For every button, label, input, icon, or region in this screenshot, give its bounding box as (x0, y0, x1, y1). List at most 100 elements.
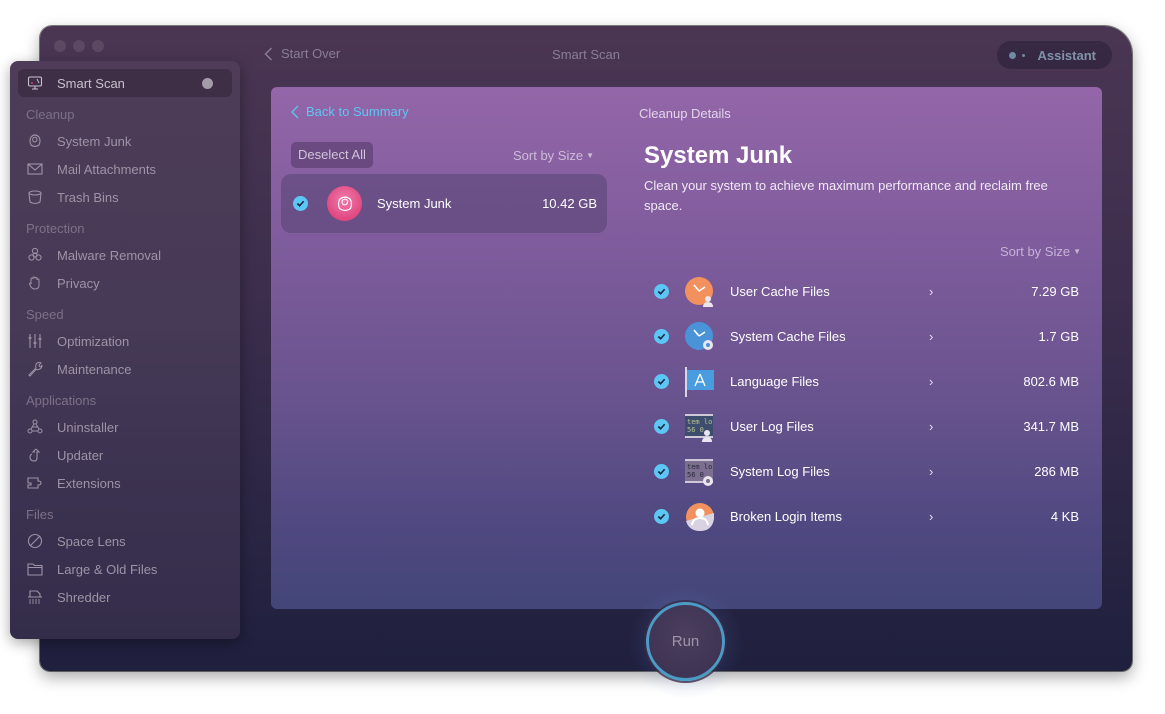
checkmark-icon (657, 288, 666, 295)
back-to-summary-label: Back to Summary (306, 104, 409, 119)
list-item-system-cache-files[interactable]: System Cache Files › 1.7 GB (654, 314, 1079, 359)
category-row-system-junk[interactable]: System Junk 10.42 GB (281, 174, 607, 233)
list-item-language-files[interactable]: Language Files › 802.6 MB (654, 359, 1079, 404)
sidebar-item-optimization[interactable]: Optimization (10, 327, 240, 355)
sidebar-section-applications: Applications (26, 393, 97, 408)
trash-icon (27, 189, 43, 205)
sidebar-item-extensions[interactable]: Extensions (10, 469, 240, 497)
details-description: Clean your system to achieve maximum per… (644, 178, 1048, 213)
sidebar-section-speed: Speed (26, 307, 64, 322)
svg-text:56 0: 56 0 (687, 426, 704, 434)
sidebar-item-smart-scan[interactable]: Smart Scan (18, 69, 232, 97)
chevron-right-icon[interactable]: › (929, 374, 937, 389)
checkmark-icon (657, 513, 666, 520)
biohazard-icon (27, 247, 43, 263)
run-button[interactable]: Run (646, 602, 725, 681)
sidebar-item-updater[interactable]: Updater (10, 441, 240, 469)
sidebar-item-label: Updater (57, 447, 104, 463)
sidebar-item-label: Privacy (57, 275, 100, 291)
list-item-broken-login-items[interactable]: Broken Login Items › 4 KB (654, 494, 1079, 539)
sidebar-section-files: Files (26, 507, 54, 522)
sidebar-item-maintenance[interactable]: Maintenance (10, 355, 240, 383)
system-log-icon: tem lo 56 0 (684, 456, 716, 488)
chevron-right-icon[interactable]: › (929, 464, 937, 479)
checkbox-checked[interactable] (293, 196, 308, 211)
item-name: Broken Login Items (730, 509, 843, 524)
status-dot (202, 77, 213, 89)
checkbox-checked[interactable] (654, 464, 669, 479)
shredder-icon (27, 589, 43, 605)
checkmark-icon (657, 423, 666, 430)
list-item-user-log-files[interactable]: tem lo 56 0 User Log Files › 341.7 MB (654, 404, 1079, 449)
sidebar-item-label: Maintenance (57, 361, 132, 377)
sidebar: Smart Scan Cleanup System Junk Mail Atta… (10, 61, 240, 639)
sidebar-item-space-lens[interactable]: Space Lens (10, 527, 240, 555)
window-title: Smart Scan (552, 47, 620, 62)
item-name: System Cache Files (730, 329, 846, 344)
assistant-dot-icon (1009, 51, 1017, 59)
sort-label: Sort by Size (513, 148, 584, 163)
back-to-summary-link[interactable]: Back to Summary (291, 104, 409, 119)
assistant-small-dot-icon (1022, 53, 1026, 57)
svg-text:tem lo: tem lo (687, 463, 712, 471)
sort-by-size-dropdown-left[interactable]: Sort by Size ▼ (513, 148, 594, 163)
sidebar-item-mail-attachments[interactable]: Mail Attachments (10, 155, 240, 183)
sidebar-item-label: System Junk (57, 133, 132, 149)
system-junk-icon (327, 186, 362, 221)
sort-by-size-dropdown-right[interactable]: Sort by Size ▼ (1000, 244, 1081, 259)
chevron-right-icon[interactable]: › (929, 509, 937, 524)
caret-down-icon: ▼ (1073, 247, 1082, 256)
broken-login-icon (684, 501, 716, 533)
assistant-label: Assistant (1037, 47, 1096, 63)
hand-icon (27, 275, 43, 291)
chevron-right-icon[interactable]: › (929, 419, 937, 434)
checkmark-icon (657, 378, 666, 385)
item-size: 802.6 MB (1023, 374, 1079, 389)
svg-text:tem lo: tem lo (687, 418, 712, 426)
item-size: 7.29 GB (1031, 284, 1079, 299)
caret-down-icon: ▼ (586, 151, 595, 160)
monitor-icon (27, 75, 43, 91)
sidebar-item-shredder[interactable]: Shredder (10, 583, 240, 611)
category-size: 10.42 GB (542, 196, 597, 211)
sidebar-item-privacy[interactable]: Privacy (10, 269, 240, 297)
checkmark-icon (657, 468, 666, 475)
chevron-right-icon[interactable]: › (929, 329, 937, 344)
item-name: Language Files (730, 374, 819, 389)
run-label: Run (671, 633, 700, 650)
list-item-user-cache-files[interactable]: User Cache Files › 7.29 GB (654, 269, 1079, 314)
cleanup-details-panel: Back to Summary Deselect All Sort by Siz… (271, 87, 1102, 609)
user-log-icon: tem lo 56 0 (684, 411, 716, 443)
sidebar-item-label: Trash Bins (57, 189, 119, 205)
user-cache-icon (684, 276, 716, 308)
deselect-all-button[interactable]: Deselect All (291, 142, 373, 168)
assistant-button[interactable]: Assistant (997, 41, 1112, 69)
item-name: User Log Files (730, 419, 814, 434)
folder-icon (27, 561, 43, 577)
sidebar-item-system-junk[interactable]: System Junk (10, 127, 240, 155)
sliders-icon (27, 333, 43, 349)
sidebar-item-trash-bins[interactable]: Trash Bins (10, 183, 240, 211)
svg-text:56 0: 56 0 (687, 471, 704, 479)
checkbox-checked[interactable] (654, 419, 669, 434)
checkbox-checked[interactable] (654, 509, 669, 524)
item-name: User Cache Files (730, 284, 830, 299)
checkbox-checked[interactable] (654, 284, 669, 299)
sidebar-item-label: Malware Removal (57, 247, 162, 263)
language-files-icon (684, 366, 716, 398)
system-cache-icon (684, 321, 716, 353)
checkbox-checked[interactable] (654, 374, 669, 389)
list-item-system-log-files[interactable]: tem lo 56 0 System Log Files › 286 MB (654, 449, 1079, 494)
sidebar-item-label: Large & Old Files (57, 561, 158, 577)
checkbox-checked[interactable] (654, 329, 669, 344)
chevron-right-icon[interactable]: › (929, 284, 937, 299)
sidebar-item-label: Extensions (57, 475, 121, 491)
sidebar-item-malware-removal[interactable]: Malware Removal (10, 241, 240, 269)
uninstaller-icon (27, 419, 43, 435)
sidebar-item-large-old-files[interactable]: Large & Old Files (10, 555, 240, 583)
sidebar-item-uninstaller[interactable]: Uninstaller (10, 413, 240, 441)
item-size: 286 MB (1034, 464, 1079, 479)
junk-items-list: User Cache Files › 7.29 GB System Cache … (654, 269, 1079, 539)
extensions-icon (27, 475, 43, 491)
category-name: System Junk (377, 196, 452, 211)
